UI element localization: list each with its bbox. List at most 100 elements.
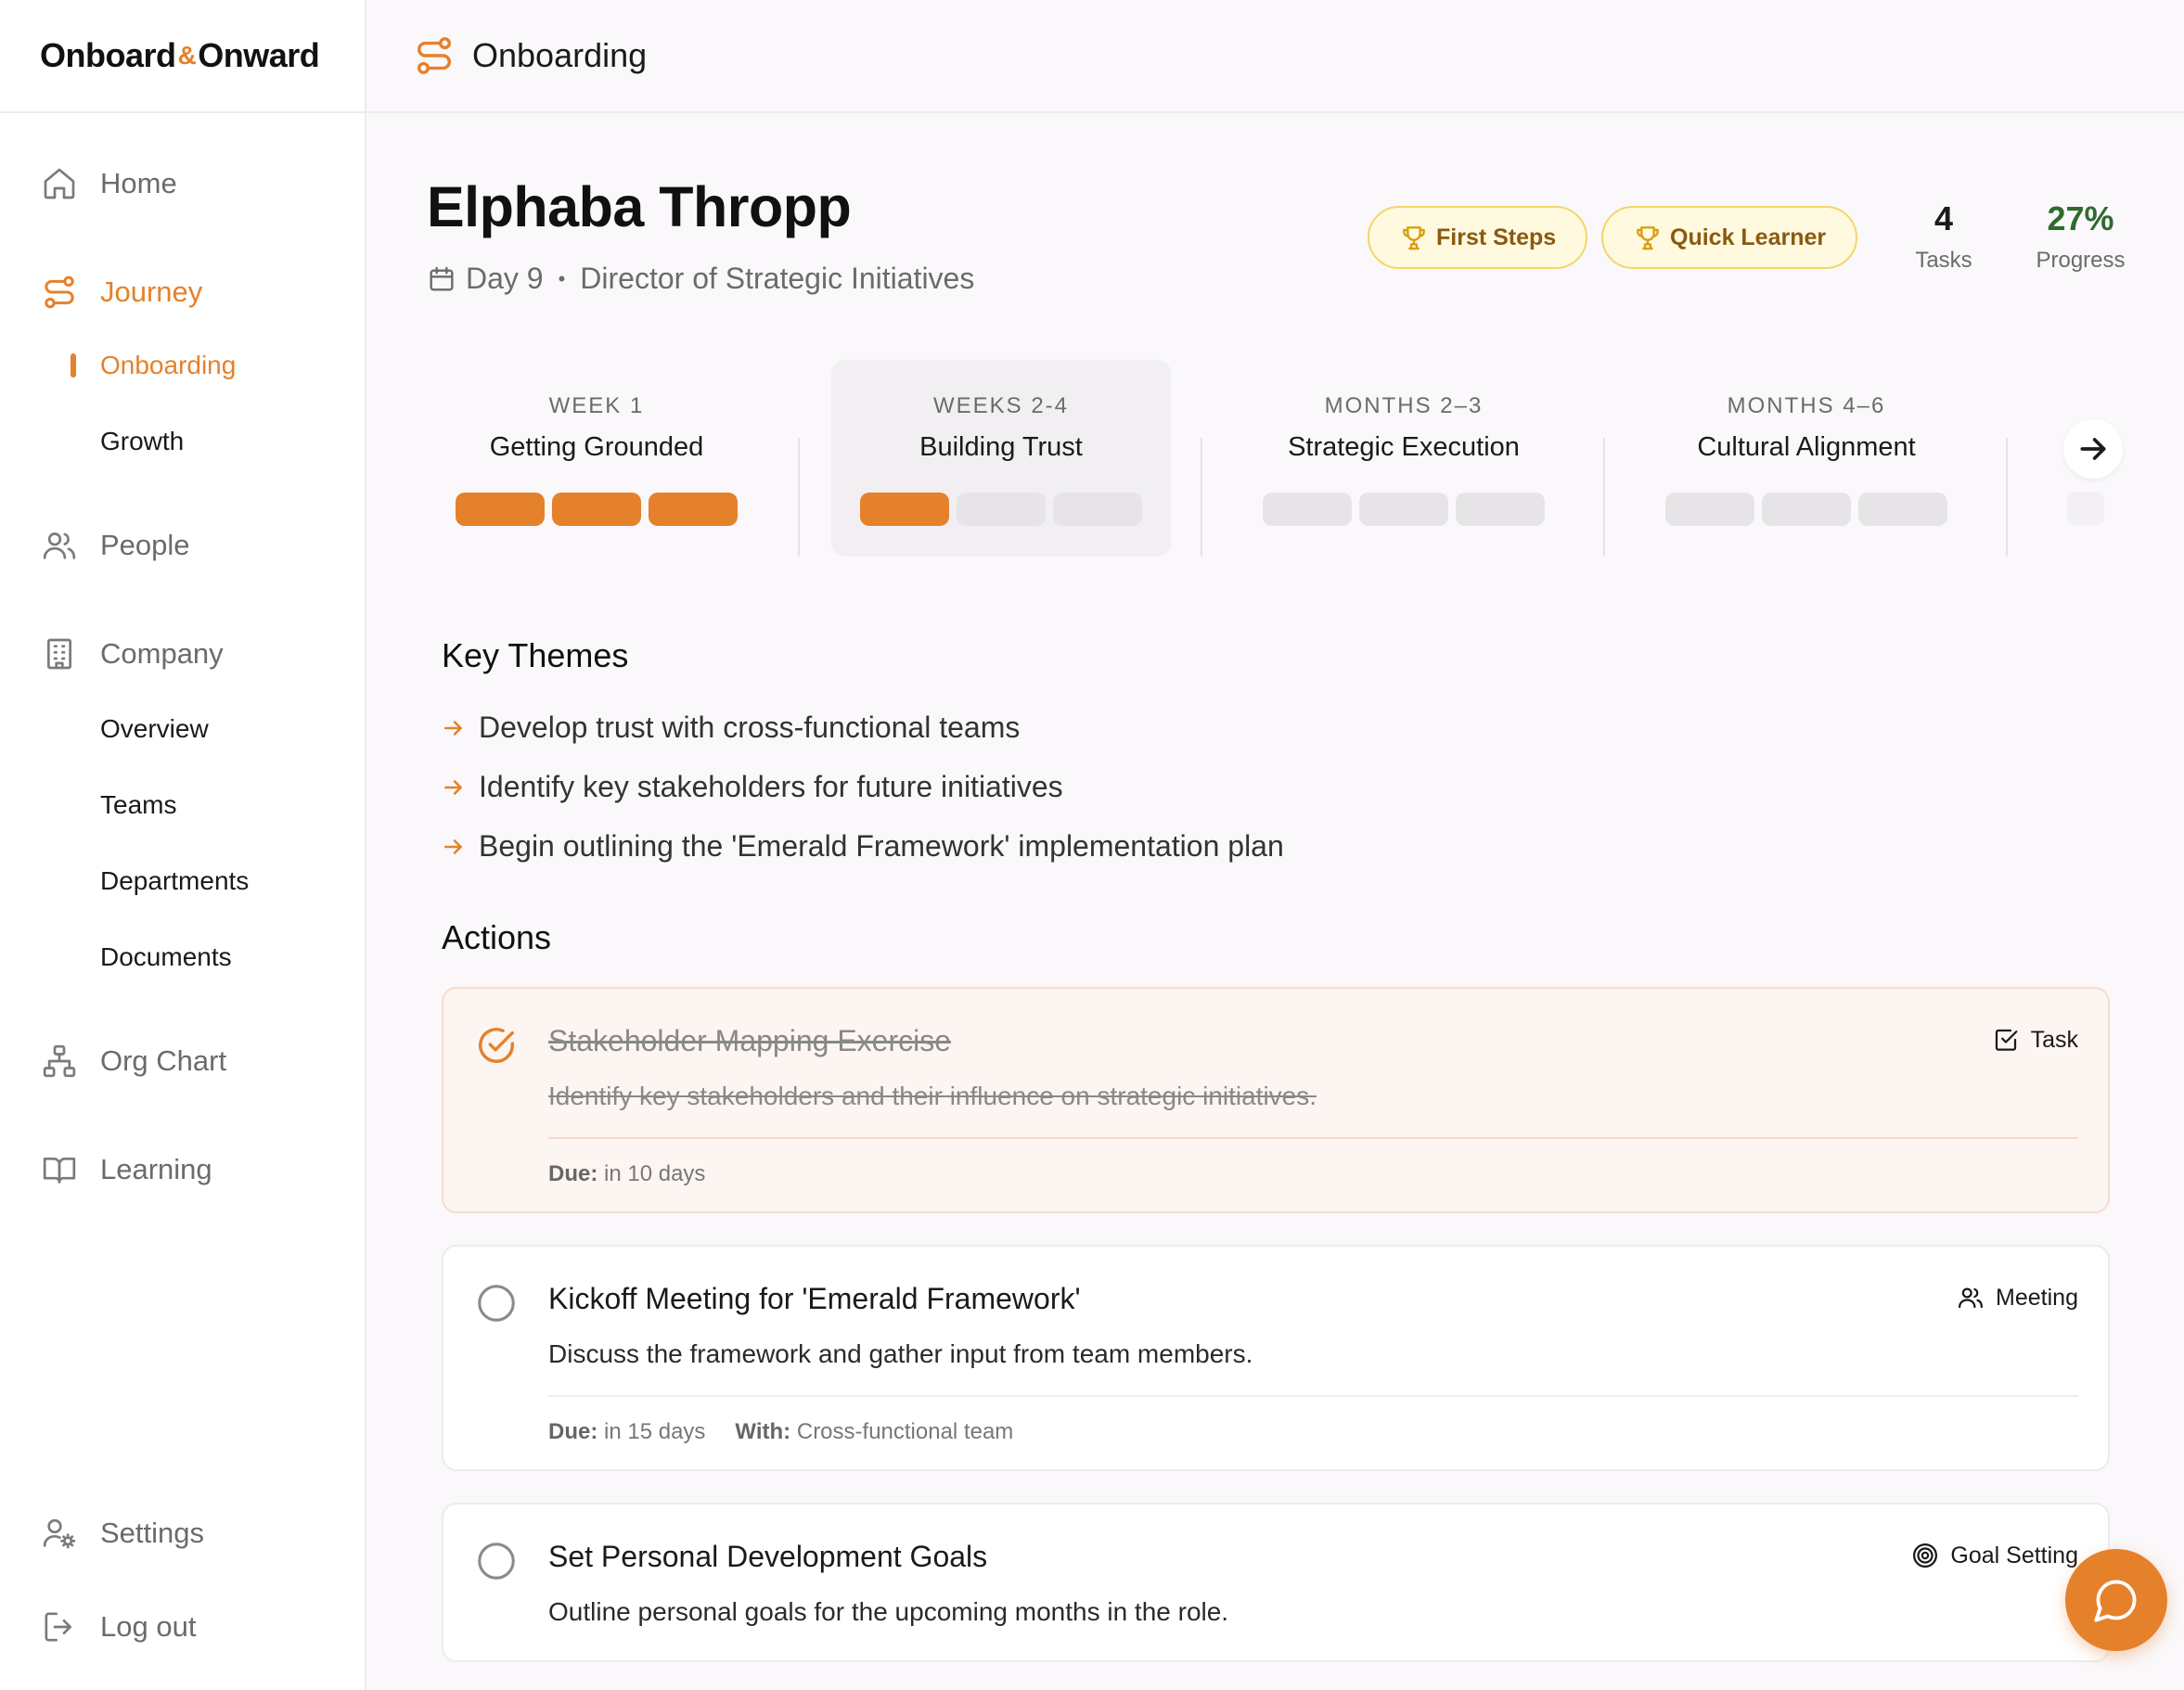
arrow-right-icon [444, 779, 462, 795]
nav-home[interactable]: Home [41, 165, 177, 202]
theme-item: Develop trust with cross-functional team… [442, 711, 1020, 745]
badge-quick-learner[interactable]: Quick Learner [1601, 206, 1858, 269]
arrow-right-icon [444, 720, 462, 736]
phase-progress [1234, 493, 1574, 526]
phase-name: Building Trust [919, 432, 1083, 462]
progress-segment-complete [860, 493, 949, 526]
chat-bubble-icon [2094, 1580, 2137, 1622]
calendar-icon [430, 266, 454, 291]
nav-settings[interactable]: Settings [41, 1515, 204, 1552]
with-value: Cross-functional team [796, 1419, 1014, 1444]
action-title: Stakeholder Mapping Exercise [548, 1024, 952, 1057]
progress-segment-complete [649, 493, 738, 526]
people-icon [43, 532, 76, 559]
action-card[interactable]: Set Personal Development Goals Outline p… [442, 1503, 2110, 1662]
phase-card[interactable]: WEEKS 2-4 Building Trust [831, 360, 1171, 557]
nav-org-chart-label: Org Chart [100, 1044, 227, 1077]
action-card[interactable]: Kickoff Meeting for 'Emerald Framework' … [442, 1245, 2110, 1471]
nav-people[interactable]: People [41, 527, 190, 564]
phase-divider [798, 438, 800, 557]
nav-settings-label: Settings [100, 1517, 205, 1549]
employee-subtitle: Day 9 • Director of Strategic Initiative… [427, 262, 974, 296]
action-type-label: Task [2030, 1026, 2078, 1053]
divider [548, 1395, 2078, 1397]
phase-next-button[interactable] [2063, 419, 2123, 479]
phase-card[interactable]: MONTHS 2–3 Strategic Execution [1234, 360, 1574, 557]
nav-home-label: Home [100, 167, 177, 199]
nav-logout[interactable]: Log out [41, 1608, 196, 1645]
chat-button[interactable] [2065, 1549, 2167, 1651]
people-icon [1959, 1287, 1984, 1309]
nav-journey[interactable]: Journey [41, 274, 202, 311]
route-icon [45, 275, 74, 309]
phase-divider [1603, 438, 1605, 557]
target-icon [1913, 1543, 1938, 1568]
home-icon [44, 168, 75, 199]
stat-tasks: 4 Tasks [1897, 199, 1990, 274]
trophy-icon [1637, 226, 1659, 250]
action-type: Task [1992, 1026, 2078, 1054]
nav-people-label: People [100, 529, 190, 561]
phase-label: WEEKS 2-4 [932, 393, 1070, 418]
nav-documents[interactable]: Documents [100, 942, 232, 972]
separator-dot: • [558, 266, 566, 290]
progress-segment-pending [1053, 493, 1142, 526]
phase-card[interactable]: MONTHS 4–6 Cultural Alignment [1637, 360, 1976, 557]
brand-part1: Onboard [40, 36, 176, 74]
badge-label: Quick Learner [1670, 224, 1827, 250]
action-meta: Due: in 15 days With: Cross-functional t… [548, 1419, 1013, 1445]
progress-value: 27% [2047, 199, 2114, 237]
nav-departments[interactable]: Departments [100, 866, 249, 896]
phase-name: Strategic Execution [1288, 432, 1520, 462]
nav-overview[interactable]: Overview [100, 714, 209, 744]
progress-segment-pending [1858, 493, 1947, 526]
phase-label: MONTHS 2–3 [1324, 393, 1484, 418]
nav-onboarding[interactable]: Onboarding [70, 351, 236, 380]
action-meta: Due: in 10 days [548, 1161, 705, 1187]
route-icon [417, 37, 452, 74]
nav-growth[interactable]: Growth [100, 427, 184, 456]
arrow-right-icon [2080, 438, 2106, 460]
badge-label: First Steps [1436, 224, 1557, 250]
phase-overflow [2067, 492, 2104, 525]
phase-label: WEEK 1 [548, 393, 645, 418]
progress-segment-pending [1665, 493, 1754, 526]
key-themes-heading: Key Themes [442, 636, 629, 674]
brand-logo[interactable]: Onboard & Onward [0, 0, 365, 113]
phase-divider [1201, 438, 1202, 557]
stat-progress: 27% Progress [2023, 199, 2139, 274]
org-chart-icon [43, 1044, 76, 1078]
due-label: Due: [548, 1161, 598, 1186]
theme-text: Develop trust with cross-functional team… [479, 711, 1021, 744]
theme-item: Begin outlining the 'Emerald Framework' … [442, 829, 1284, 864]
action-title: Kickoff Meeting for 'Emerald Framework' [548, 1282, 1081, 1315]
employee-name: Elphaba Thropp [427, 175, 852, 238]
day-count: Day 9 [466, 262, 544, 295]
action-card[interactable]: Stakeholder Mapping Exercise Identify ke… [442, 987, 2110, 1213]
check-circle-icon[interactable] [475, 1024, 518, 1067]
action-type-label: Goal Setting [1950, 1542, 2078, 1568]
log-out-icon [45, 1612, 71, 1642]
progress-segment-complete [456, 493, 545, 526]
user-settings-icon [43, 1518, 76, 1549]
nav-learning[interactable]: Learning [41, 1151, 212, 1188]
action-type-label: Meeting [1996, 1284, 2078, 1311]
arrow-right-icon [444, 839, 462, 854]
nav-journey-label: Journey [100, 275, 203, 308]
trophy-icon [1403, 226, 1425, 250]
nav-company[interactable]: Company [41, 635, 224, 672]
checkbox-icon [1995, 1029, 2017, 1051]
phase-progress [427, 493, 766, 526]
phase-card[interactable]: WEEK 1 Getting Grounded [427, 360, 766, 557]
empty-circle-icon[interactable] [475, 1282, 518, 1325]
tasks-label: Tasks [1915, 248, 1972, 273]
nav-teams[interactable]: Teams [100, 790, 176, 820]
nav-org-chart[interactable]: Org Chart [41, 1043, 226, 1080]
brand-amp: & [177, 41, 197, 70]
empty-circle-icon[interactable] [475, 1540, 518, 1582]
progress-segment-pending [1359, 493, 1448, 526]
progress-segment-complete [552, 493, 641, 526]
due-label: Due: [548, 1419, 598, 1444]
action-description: Discuss the framework and gather input f… [548, 1339, 1253, 1368]
badge-first-steps[interactable]: First Steps [1368, 206, 1588, 269]
